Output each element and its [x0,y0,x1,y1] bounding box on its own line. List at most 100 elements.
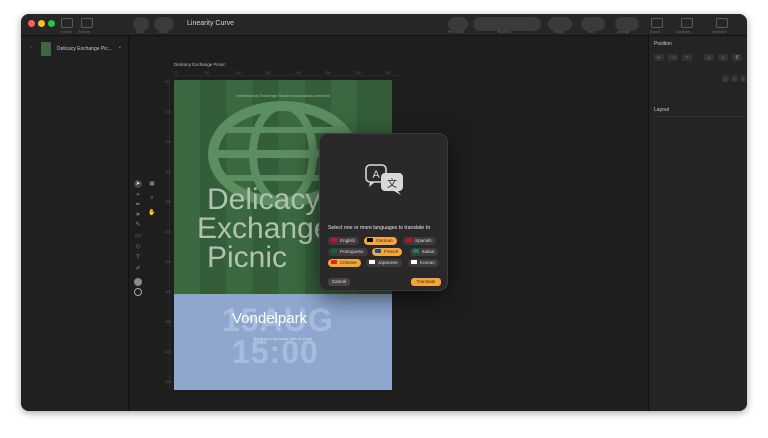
hand-tool-icon[interactable]: ✋ [148,209,156,217]
chevron-right-icon[interactable]: › [30,45,32,51]
poster-details: Bring your favourite dish to share [253,336,313,341]
zoom-control[interactable] [154,17,174,31]
language-chip-chinese[interactable]: Chinese [328,259,361,267]
language-chip-french[interactable]: French [372,248,403,256]
translate-icon: A 文 [365,164,403,195]
chip-label: Japanese [378,260,398,265]
inspector-icon[interactable] [716,18,728,28]
pencil-tool-icon[interactable]: ➤ [134,211,142,219]
ruler-tick: 50 [205,71,209,75]
ruler-tick: 0 [175,71,177,75]
chip-label: English [340,238,356,243]
language-chip-english[interactable]: English [328,237,360,245]
tool-palette: ➤ ▣ ➢ ⌕ ✒ ➤ ✋ ✎ ▭ ◇ T ✐ [133,178,161,298]
language-chip-korean[interactable]: Korean [408,259,439,267]
align-middle-icon[interactable]: ≡ [718,54,728,61]
export-icon[interactable] [651,18,663,28]
layer-row[interactable]: › Delicacy Exchange Pic... ▪ [27,42,125,56]
inspector-panel: Position ⊢ ⊣ ⊤ ⊥ ≡ ≣ | | | Layout [648,36,747,411]
ruler-tick: 100 [165,110,171,114]
distribute-v-icon[interactable]: | [731,75,738,82]
language-chip-portuguese[interactable]: Portuguese [328,248,368,256]
language-chip-spanish[interactable]: Spanish [403,237,436,245]
ruler-tick: 100 [235,71,241,75]
layout-header: Layout [654,107,670,113]
dialog-prompt: Select one or more languages to translat… [328,225,431,231]
horizontal-ruler: Delicacy Exchange Picnic 0 50 100 150 20… [174,62,404,76]
zoom-label: Zoom [159,30,168,34]
ruler-tick: 250 [165,200,171,204]
poster-title: Delicacy Exchange Picnic [197,183,330,273]
ruler-tick: 250 [325,71,331,75]
translate-dialog: A 文 Select one or more languages to tran… [319,133,448,291]
assistant-icon[interactable] [681,18,693,28]
poster-title-line: Delicacy [207,183,321,216]
align-top-icon[interactable]: ⊥ [704,54,714,61]
translate-button[interactable]: Translate [411,278,441,286]
flag-icon [369,260,375,264]
artboard-thumbnail [41,42,51,56]
flip-icon[interactable]: | [740,75,746,82]
align-left-icon[interactable]: ⊢ [654,54,664,61]
ruler-tick: 300 [355,71,361,75]
document-title: Linearity Curve [187,20,235,27]
group-button[interactable] [548,17,572,31]
language-chip-german[interactable]: German [364,237,397,245]
cancel-button[interactable]: Cancel [328,278,350,286]
eyedropper-icon[interactable]: ✐ [134,265,142,273]
minimize-window-button[interactable] [38,20,45,27]
pen-mode-button[interactable] [448,17,468,31]
node-tool-icon[interactable]: ▣ [148,180,156,188]
chip-label: Chinese [340,260,357,265]
ruler-tick: 200 [165,170,171,174]
trim-button[interactable] [581,17,605,31]
ruler-tick: 450 [165,320,171,324]
vertical-ruler: 50 100 150 200 250 300 350 400 450 500 5… [164,80,171,390]
flag-icon [406,238,412,242]
ruler-tick: 50 [165,80,169,84]
direct-select-icon[interactable]: ➢ [134,191,142,199]
distribute-h-icon[interactable]: | [722,75,729,82]
chip-label: Italian [422,249,435,254]
select-tool-icon[interactable]: ➤ [134,180,142,188]
zoom-tool-icon[interactable]: ⌕ [148,194,156,202]
title-bar: Library Sidebar Undo Zoom Linearity Curv… [21,14,747,36]
poster-top-text: International Exchange Student Associati… [236,93,330,98]
sidebar-toggle-icon[interactable] [81,18,93,28]
language-chip-japanese[interactable]: Japanese [366,259,402,267]
boolean-label: Boolean [498,30,511,34]
stroke-color-swatch[interactable] [134,288,142,296]
undo-button[interactable] [133,17,149,31]
text-tool-icon[interactable]: T [134,254,142,262]
boolean-group[interactable] [473,17,541,31]
flag-icon [411,260,417,264]
shape-tool-icon[interactable]: ◇ [134,243,142,251]
fill-color-swatch[interactable] [134,278,142,286]
ruler-tick: 400 [165,290,171,294]
align-right-icon[interactable]: ⊤ [682,54,692,61]
ruler-tick: 300 [165,230,171,234]
ruler-tick: 350 [385,71,391,75]
flag-icon [375,249,381,253]
arrange-button[interactable] [615,17,639,31]
pen-mode-label: Pen Mode [448,30,464,34]
library-icon[interactable] [61,18,73,28]
svg-text:文: 文 [387,177,397,190]
chip-label: Portuguese [340,249,364,254]
position-header: Position [654,41,672,47]
pen-tool-icon[interactable]: ✒ [134,201,142,209]
zoom-window-button[interactable] [48,20,55,27]
rectangle-tool-icon[interactable]: ▭ [134,232,142,240]
ruler-tick: 350 [165,260,171,264]
assistant-label: Assistant [676,30,691,34]
brush-tool-icon[interactable]: ✎ [134,221,142,229]
ruler-tick: 500 [165,350,171,354]
lock-icon[interactable]: ▪ [119,45,121,51]
align-center-icon[interactable]: ⊣ [668,54,678,61]
ruler-tick: 150 [165,140,171,144]
align-bottom-icon[interactable]: ≣ [732,54,742,61]
language-chip-italian[interactable]: Italian [410,248,439,256]
close-window-button[interactable] [28,20,35,27]
flag-icon [331,249,337,253]
arrange-label: Arrange [617,30,630,34]
